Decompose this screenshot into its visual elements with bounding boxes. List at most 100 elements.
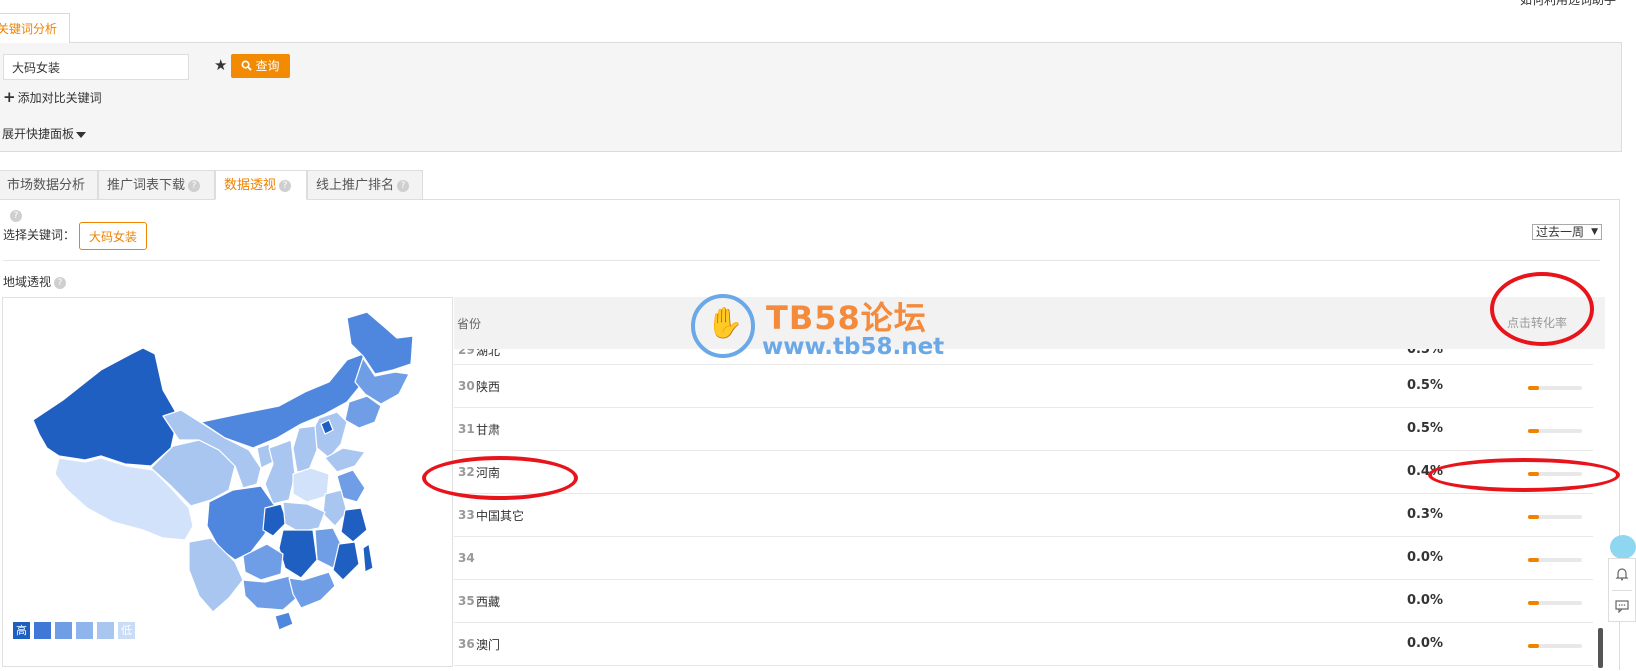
tab-online-ranking[interactable]: 线上推广排名? bbox=[307, 170, 423, 200]
map-region-taiwan[interactable] bbox=[362, 543, 374, 573]
chat-icon[interactable] bbox=[1615, 599, 1629, 613]
table-row: 34 0.0% bbox=[454, 537, 1593, 580]
mascot-icon[interactable] bbox=[1610, 535, 1636, 559]
row-num: 33 bbox=[458, 508, 475, 522]
row-pct: 0.0% bbox=[1406, 550, 1443, 565]
help-icon[interactable]: ? bbox=[397, 179, 410, 192]
rate-bar-fill bbox=[1528, 429, 1539, 433]
annotation-ellipse-henan bbox=[422, 456, 578, 500]
caret-down-icon bbox=[76, 131, 87, 138]
divider bbox=[1612, 590, 1632, 591]
map-region-shanxi[interactable] bbox=[292, 425, 318, 473]
legend-low: 低 bbox=[118, 622, 135, 639]
rate-bar bbox=[1528, 644, 1582, 648]
tab-word-download[interactable]: 推广词表下载? bbox=[98, 170, 215, 200]
period-select-value: 过去一周 bbox=[1536, 225, 1585, 239]
rate-bar-fill bbox=[1528, 644, 1539, 648]
annotation-ellipse-rate-header bbox=[1490, 272, 1594, 346]
row-name: 湖北 bbox=[476, 349, 501, 358]
row-name: 西藏 bbox=[476, 595, 501, 609]
rate-bar bbox=[1528, 558, 1582, 562]
map-region-zhejiang[interactable] bbox=[340, 507, 368, 543]
row-num: 30 bbox=[458, 379, 475, 393]
annotation-ellipse-henan-rate bbox=[1428, 458, 1620, 492]
watermark-url: www.tb58.net bbox=[762, 334, 945, 360]
help-link-cut[interactable]: 如何利用选词助手 bbox=[1520, 0, 1616, 8]
tab-label: 市场数据分析 bbox=[7, 178, 86, 193]
row-num: 34 bbox=[458, 551, 475, 565]
row-pct: 0.3% bbox=[1406, 507, 1443, 522]
tab-label: 推广词表下载 bbox=[107, 178, 186, 193]
table-row: 32 河南 0.4% bbox=[454, 451, 1593, 494]
row-pct: 0.5% bbox=[1406, 378, 1443, 393]
divider bbox=[3, 260, 1600, 261]
row-num: 36 bbox=[458, 637, 475, 651]
map-region-hainan[interactable] bbox=[274, 611, 294, 631]
tab-label: 线上推广排名 bbox=[316, 178, 395, 193]
add-compare-link[interactable]: + 添加对比关键词 bbox=[3, 88, 102, 106]
tab-market-data[interactable]: 市场数据分析? bbox=[0, 170, 98, 222]
table-header: 省份 点击转化率 bbox=[454, 297, 1605, 349]
help-icon[interactable]: ? bbox=[188, 179, 201, 192]
legend-high: 高 bbox=[13, 622, 30, 639]
row-pct: 0.5% bbox=[1406, 349, 1443, 357]
row-num: 35 bbox=[458, 594, 475, 608]
map-region-hunan[interactable] bbox=[278, 529, 318, 579]
table-row: 33 中国其它 0.3% bbox=[454, 494, 1593, 537]
row-name: 中国其它 bbox=[476, 509, 525, 523]
help-icon[interactable]: ? bbox=[279, 179, 292, 192]
legend-swatch bbox=[34, 622, 51, 639]
row-num: 29 bbox=[458, 349, 475, 357]
legend-swatch bbox=[55, 622, 72, 639]
rate-bar-fill bbox=[1528, 601, 1539, 605]
row-pct: 0.0% bbox=[1406, 593, 1443, 608]
row-num: 31 bbox=[458, 422, 475, 436]
row-name: 甘肃 bbox=[476, 423, 501, 437]
scrollbar-thumb[interactable] bbox=[1598, 628, 1603, 668]
tab-label: 数据透视 bbox=[224, 178, 277, 193]
rate-bar bbox=[1528, 429, 1582, 433]
watermark-title: TB58论坛 bbox=[766, 299, 927, 337]
legend-swatch bbox=[76, 622, 93, 639]
period-select[interactable]: 过去一周 ▼ bbox=[1532, 224, 1602, 240]
keyword-input[interactable]: 大码女装 bbox=[3, 54, 189, 80]
tab-data-pivot[interactable]: 数据透视? bbox=[215, 170, 307, 200]
region-section-title: 地域透视? bbox=[3, 273, 67, 290]
region-section-label: 地域透视 bbox=[3, 275, 52, 289]
china-map-svg bbox=[32, 311, 414, 631]
table-row: 36 澳门 0.0% bbox=[454, 623, 1593, 666]
add-compare-label: 添加对比关键词 bbox=[17, 91, 102, 105]
map-region-xinjiang[interactable] bbox=[32, 347, 179, 467]
row-pct: 0.5% bbox=[1406, 421, 1443, 436]
bell-icon[interactable] bbox=[1615, 567, 1629, 581]
tab-keyword-analysis[interactable]: 关键词分析 bbox=[0, 13, 70, 43]
col-province: 省份 bbox=[457, 317, 482, 331]
expand-panel-toggle[interactable]: 展开快捷面板 bbox=[2, 125, 87, 142]
table-row: 35 西藏 0.0% bbox=[454, 580, 1593, 623]
map-region-henan[interactable] bbox=[292, 467, 330, 503]
rate-bar-fill bbox=[1528, 515, 1539, 519]
row-name: 陕西 bbox=[476, 380, 501, 394]
tab-keyword-analysis-label: 关键词分析 bbox=[0, 22, 58, 36]
map-region-guangdong[interactable] bbox=[288, 571, 336, 609]
rate-bar bbox=[1528, 386, 1582, 390]
keyword-chip[interactable]: 大码女装 bbox=[79, 222, 147, 250]
help-icon[interactable]: ? bbox=[54, 276, 67, 289]
rate-bar bbox=[1528, 601, 1582, 605]
row-name: 澳门 bbox=[476, 638, 501, 652]
help-icon[interactable]: ? bbox=[10, 209, 22, 222]
rate-bar bbox=[1528, 515, 1582, 519]
row-pct: 0.0% bbox=[1406, 636, 1443, 651]
table-row: 30 陕西 0.5% bbox=[454, 365, 1593, 408]
query-button-label: 查询 bbox=[255, 59, 280, 73]
rate-bar-fill bbox=[1528, 558, 1539, 562]
caret-down-icon: ▼ bbox=[1591, 227, 1598, 237]
star-icon[interactable]: ★ bbox=[214, 56, 227, 74]
hand-icon: ✋ bbox=[706, 306, 744, 341]
china-map bbox=[2, 297, 453, 667]
search-icon bbox=[242, 60, 253, 71]
choose-keyword-label: 选择关键词： bbox=[3, 228, 76, 242]
map-region-hubei[interactable] bbox=[282, 501, 326, 533]
map-region-shaanxi[interactable] bbox=[264, 439, 296, 505]
query-button[interactable]: 查询 bbox=[231, 54, 290, 78]
